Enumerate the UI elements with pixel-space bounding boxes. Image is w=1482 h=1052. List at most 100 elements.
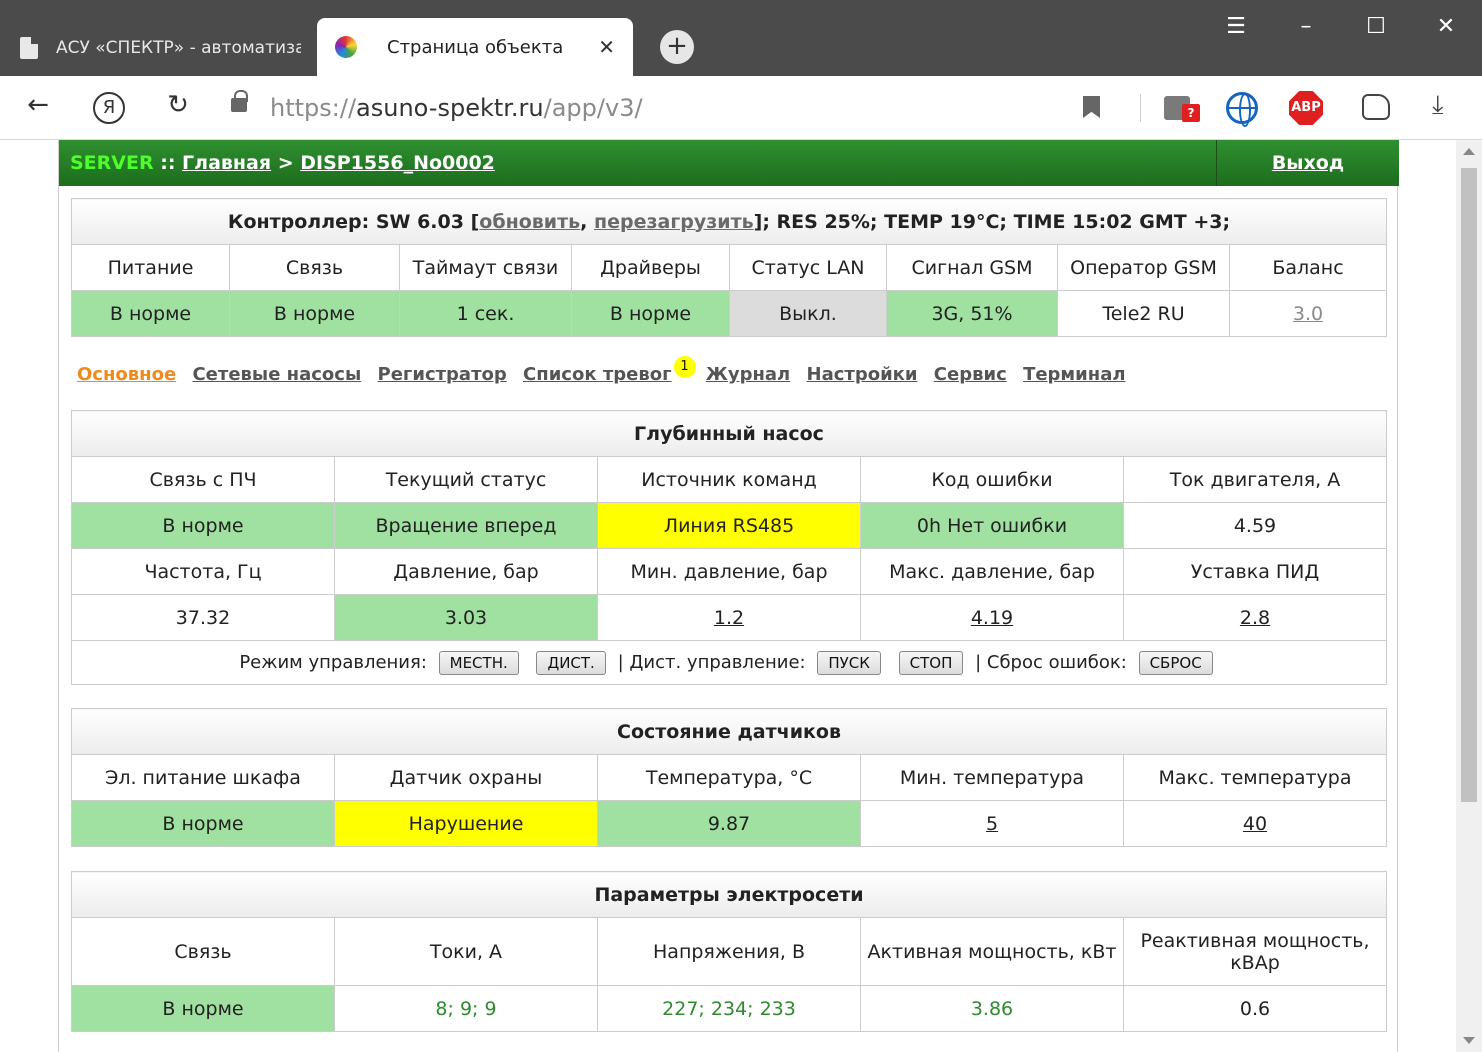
temperature-value: 9.87 xyxy=(597,800,861,847)
download-icon[interactable]: ⤓ xyxy=(1432,90,1444,121)
page-content: SERVER :: Главная > DISP1556_No0002 Выхо… xyxy=(58,140,1399,1052)
min-temp-cell: 5 xyxy=(860,800,1124,847)
tab-journal[interactable]: Журнал xyxy=(706,364,790,385)
close-window-icon[interactable]: ✕ xyxy=(1426,14,1466,39)
tab-label: Страница объекта xyxy=(387,36,564,58)
tab-service[interactable]: Сервис xyxy=(934,364,1007,385)
tab-settings[interactable]: Настройки xyxy=(807,364,918,385)
pid-setpoint-link[interactable]: 2.8 xyxy=(1240,607,1270,629)
gsm-operator: Tele2 RU xyxy=(1057,290,1230,337)
col-balance: Баланс xyxy=(1229,244,1387,291)
reboot-link[interactable]: перезагрузить xyxy=(594,211,754,233)
extension-icon[interactable]: ? xyxy=(1164,92,1202,122)
min-temp-link[interactable]: 5 xyxy=(986,813,998,835)
top-navigation: SERVER :: Главная > DISP1556_No0002 Выхо… xyxy=(59,140,1399,186)
controller-comma: , xyxy=(580,210,594,233)
power-link-status: В норме xyxy=(71,985,335,1032)
lock-icon[interactable] xyxy=(231,90,248,112)
bookmark-icon[interactable] xyxy=(1083,96,1100,118)
scrollbar-thumb[interactable] xyxy=(1461,168,1477,802)
pump-current-status: Вращение вперед xyxy=(334,502,598,549)
remote-control-label: | Дист. управление: xyxy=(617,651,806,673)
adblock-icon[interactable]: ABP xyxy=(1289,91,1323,125)
minimize-icon[interactable]: – xyxy=(1286,14,1326,39)
collections-icon[interactable] xyxy=(1362,94,1390,120)
pump-header-pressure: Давление, бар xyxy=(334,548,598,595)
address-bar: ← Я ↻ https://asuno-spektr.ru/app/v3/ ? … xyxy=(0,76,1482,140)
pressure-value: 3.03 xyxy=(334,594,598,641)
object-link[interactable]: DISP1556_No0002 xyxy=(300,152,495,174)
close-tab-icon[interactable]: ✕ xyxy=(598,35,615,59)
scroll-up-arrow-icon[interactable] xyxy=(1463,148,1475,155)
max-temp-link[interactable]: 40 xyxy=(1243,813,1267,835)
breadcrumb: SERVER :: Главная > DISP1556_No0002 xyxy=(70,152,495,174)
logout-link[interactable]: Выход xyxy=(1272,152,1344,174)
controller-prefix: Контроллер: SW 6.03 [ xyxy=(227,210,480,233)
voltage-l3: 233 xyxy=(759,997,796,1020)
balance-link[interactable]: 3.0 xyxy=(1293,303,1323,325)
max-temp-cell: 40 xyxy=(1123,800,1387,847)
lan-status: Выкл. xyxy=(729,290,887,337)
tab-network-pumps[interactable]: Сетевые насосы xyxy=(192,364,361,385)
pump-table: Глубинный насос Связь с ПЧ Текущий стату… xyxy=(71,410,1387,685)
reload-icon[interactable]: ↻ xyxy=(160,90,196,120)
url-field[interactable]: https://asuno-spektr.ru/app/v3/ xyxy=(270,94,643,122)
local-mode-button[interactable]: МЕСТН. xyxy=(438,650,519,675)
link-status: В норме xyxy=(229,290,400,337)
tab-recorder[interactable]: Регистратор xyxy=(378,364,507,385)
power-header-link: Связь xyxy=(71,917,335,986)
power-header-active: Активная мощность, кВт xyxy=(860,917,1124,986)
security-sensor-status: Нарушение xyxy=(334,800,598,847)
controller-status-header: Контроллер: SW 6.03 [обновить, перезагру… xyxy=(71,198,1387,245)
power-header-voltages: Напряжения, В xyxy=(597,917,861,986)
value-separator: ; xyxy=(698,997,711,1020)
browser-tab-active[interactable]: Страница объекта ✕ xyxy=(317,18,633,76)
min-pressure-cell: 1.2 xyxy=(597,594,861,641)
max-pressure-link[interactable]: 4.19 xyxy=(971,607,1013,629)
site-favicon-icon xyxy=(335,36,357,58)
sensor-header-security: Датчик охраны xyxy=(334,754,598,801)
new-tab-button[interactable]: + xyxy=(660,30,694,64)
controller-table: Контроллер: SW 6.03 [обновить, перезагру… xyxy=(71,198,1387,337)
power-header-reactive: Реактивная мощность, кВАр xyxy=(1123,917,1387,986)
tab-main[interactable]: Основное xyxy=(77,364,176,385)
start-button[interactable]: ПУСК xyxy=(817,650,881,675)
pump-header-min-pressure: Мин. давление, бар xyxy=(597,548,861,595)
pump-header-frequency: Частота, Гц xyxy=(71,548,335,595)
col-gsm-operator: Оператор GSM xyxy=(1057,244,1230,291)
stop-button[interactable]: СТОП xyxy=(898,650,964,675)
back-icon[interactable]: ← xyxy=(20,90,56,120)
browser-tab-inactive[interactable]: АСУ «СПЕКТР» - автоматизация xyxy=(0,20,315,76)
breadcrumb-arrow: > xyxy=(271,152,301,174)
scroll-down-arrow-icon[interactable] xyxy=(1463,1037,1475,1044)
menu-icon[interactable]: ☰ xyxy=(1216,14,1256,39)
server-label: SERVER xyxy=(70,152,154,174)
pump-header-status: Текущий статус xyxy=(334,456,598,503)
min-pressure-link[interactable]: 1.2 xyxy=(714,607,744,629)
remote-mode-button[interactable]: ДИСТ. xyxy=(536,650,606,675)
sensor-header-temperature: Температура, °С xyxy=(597,754,861,801)
update-link[interactable]: обновить xyxy=(479,211,580,233)
yandex-button[interactable]: Я xyxy=(93,92,125,124)
extension-badge: ? xyxy=(1182,104,1200,122)
command-source: Линия RS485 xyxy=(597,502,861,549)
voltages-value: 227; 234; 233 xyxy=(597,985,861,1032)
col-gsm-signal: Сигнал GSM xyxy=(886,244,1058,291)
logout-cell: Выход xyxy=(1216,140,1399,186)
error-code: 0h Нет ошибки xyxy=(860,502,1124,549)
maximize-icon[interactable]: ☐ xyxy=(1356,14,1396,39)
col-link: Связь xyxy=(229,244,400,291)
tab-terminal[interactable]: Терминал xyxy=(1023,364,1125,385)
pump-header-max-pressure: Макс. давление, бар xyxy=(860,548,1124,595)
document-icon xyxy=(20,37,38,59)
pid-setpoint-cell: 2.8 xyxy=(1123,594,1387,641)
reset-button[interactable]: СБРОС xyxy=(1138,650,1213,675)
tab-alarms[interactable]: Список тревог xyxy=(523,364,671,385)
browser-tab-bar: АСУ «СПЕКТР» - автоматизация Страница об… xyxy=(0,0,1482,76)
vertical-scrollbar[interactable] xyxy=(1456,140,1482,1052)
current-l1: 8 xyxy=(435,997,448,1020)
home-link[interactable]: Главная xyxy=(182,152,271,174)
vpn-globe-icon[interactable] xyxy=(1226,92,1258,127)
controller-suffix: ]; RES 25%; TEMP 19°C; TIME 15:02 GMT +3… xyxy=(753,210,1231,233)
url-host: asuno-spektr.ru xyxy=(356,94,544,122)
